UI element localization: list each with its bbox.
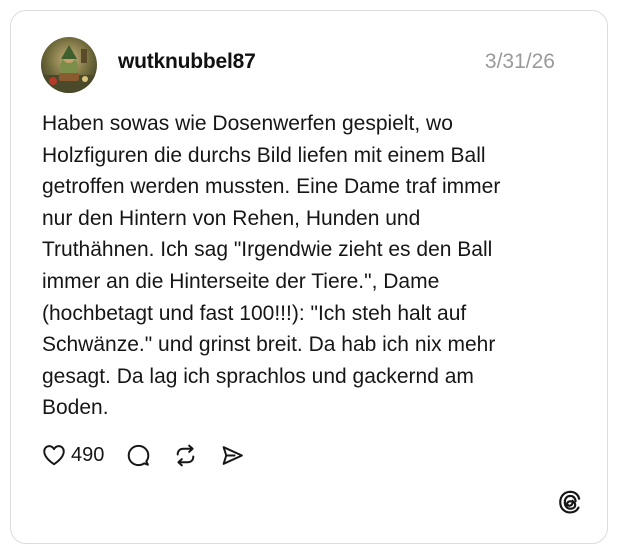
repost-button[interactable] bbox=[173, 443, 198, 468]
heart-icon bbox=[43, 445, 65, 466]
like-button[interactable]: 490 bbox=[41, 442, 104, 468]
post-text: Haben sowas wie Dosenwerfen gespielt, wo… bbox=[42, 112, 501, 420]
post-card: wutknubbel87 3/31/26 Haben sowas wie Dos… bbox=[10, 10, 608, 544]
threads-logo-icon bbox=[557, 489, 583, 515]
avatar-image bbox=[41, 37, 97, 93]
share-button[interactable] bbox=[220, 443, 245, 468]
reply-button[interactable] bbox=[126, 443, 151, 468]
action-bar: 490 bbox=[41, 437, 245, 473]
send-icon bbox=[223, 445, 244, 465]
post-date: 3/31/26 bbox=[484, 50, 555, 73]
comment-icon bbox=[128, 444, 150, 466]
avatar[interactable] bbox=[41, 37, 97, 93]
like-count: 490 bbox=[71, 443, 105, 466]
username[interactable]: wutknubbel87 bbox=[118, 50, 256, 74]
repost-icon bbox=[177, 444, 195, 466]
